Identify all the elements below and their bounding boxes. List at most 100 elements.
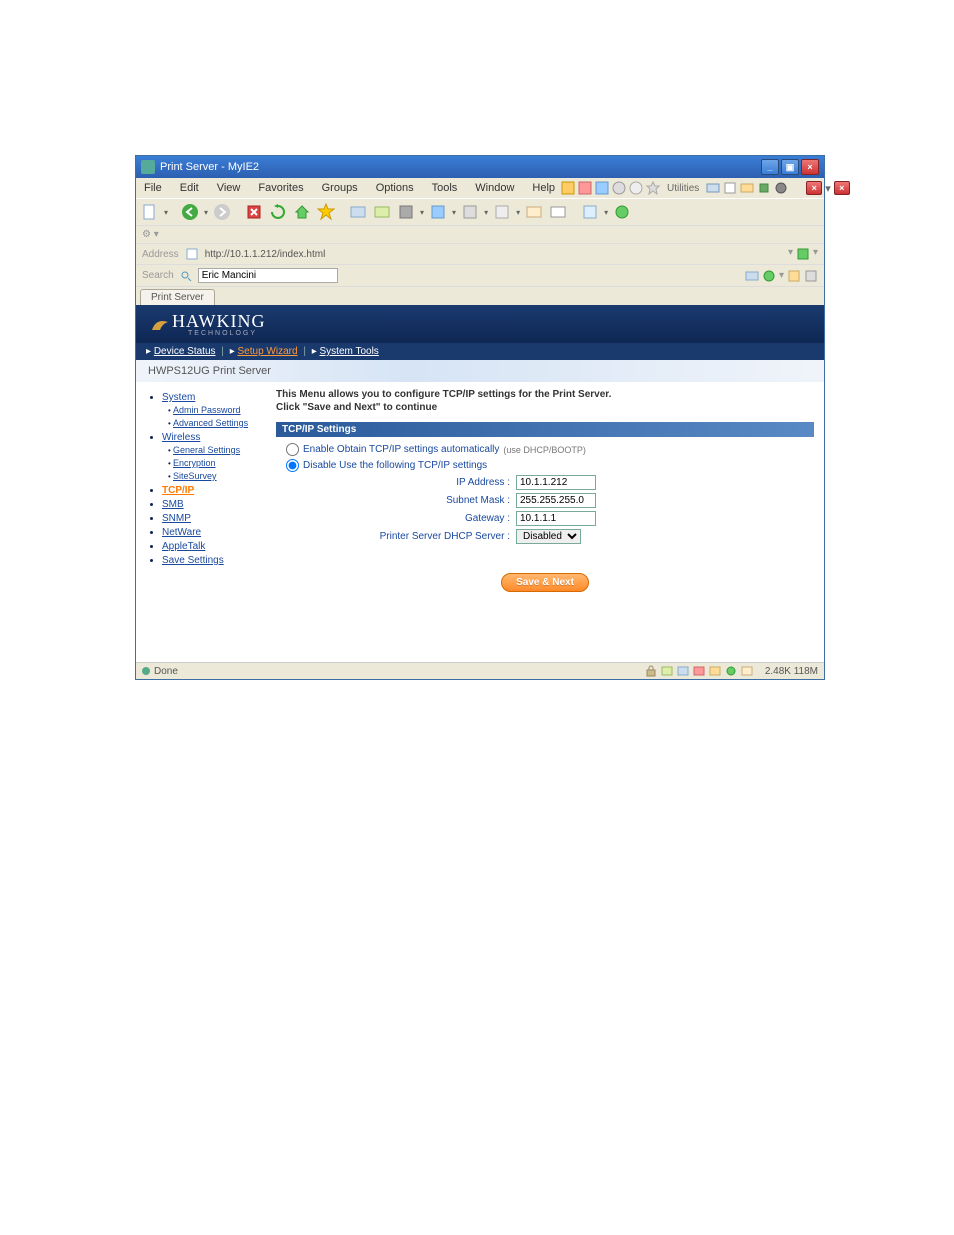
nav-device-status[interactable]: Device Status bbox=[154, 346, 216, 357]
sidebar-wireless[interactable]: Wireless bbox=[162, 432, 200, 443]
window-title: Print Server - MyIE2 bbox=[160, 161, 761, 173]
mr-icon-6[interactable] bbox=[706, 181, 720, 195]
menu-help[interactable]: Help bbox=[528, 180, 559, 196]
menu-options[interactable]: Options bbox=[372, 180, 418, 196]
gateway-input[interactable] bbox=[516, 511, 596, 526]
sb-icon-4[interactable] bbox=[804, 269, 818, 283]
stop-icon[interactable] bbox=[244, 202, 264, 222]
mr-icon-4[interactable] bbox=[612, 181, 626, 195]
back-icon[interactable] bbox=[180, 202, 200, 222]
address-icon bbox=[185, 247, 199, 261]
menu-window[interactable]: Window bbox=[471, 180, 518, 196]
radio-auto-hint: (use DHCP/BOOTP) bbox=[503, 445, 586, 455]
search-icon bbox=[180, 270, 192, 282]
panel-close-button-2[interactable]: × bbox=[834, 181, 850, 195]
dhcp-label: Printer Server DHCP Server : bbox=[286, 531, 516, 542]
sidebar-encryption[interactable]: Encryption bbox=[173, 458, 216, 468]
search-input[interactable] bbox=[198, 268, 338, 283]
tb-icon-h[interactable] bbox=[548, 202, 568, 222]
sidebar-admin-password[interactable]: Admin Password bbox=[173, 405, 241, 415]
mr-icon-7[interactable] bbox=[723, 181, 737, 195]
sb-ico-1 bbox=[661, 665, 673, 677]
page-tab[interactable]: Print Server bbox=[140, 289, 215, 305]
mask-input[interactable] bbox=[516, 493, 596, 508]
sidebar-system[interactable]: System bbox=[162, 392, 195, 403]
minimize-button[interactable]: _ bbox=[761, 159, 779, 175]
close-button[interactable]: × bbox=[801, 159, 819, 175]
mask-label: Subnet Mask : bbox=[286, 495, 516, 506]
save-next-button[interactable]: Save & Next bbox=[501, 573, 589, 592]
sidebar-appletalk[interactable]: AppleTalk bbox=[162, 541, 205, 552]
radio-auto[interactable] bbox=[286, 443, 299, 456]
radio-manual[interactable] bbox=[286, 459, 299, 472]
sb-icon-3[interactable] bbox=[787, 269, 801, 283]
menu-file[interactable]: File bbox=[140, 180, 166, 196]
status-stats: 2.48K 118M bbox=[765, 666, 818, 677]
address-bar: Address http://10.1.1.212/index.html ▾ ▾ bbox=[136, 243, 824, 264]
nav-system-tools[interactable]: System Tools bbox=[320, 346, 379, 357]
intro-text: This Menu allows you to configure TCP/IP… bbox=[276, 388, 814, 414]
refresh-icon[interactable] bbox=[268, 202, 288, 222]
settings-body: Enable Obtain TCP/IP settings automatica… bbox=[276, 437, 814, 553]
ip-input[interactable] bbox=[516, 475, 596, 490]
mr-icon-1[interactable] bbox=[561, 181, 575, 195]
sidebar-save-settings[interactable]: Save Settings bbox=[162, 555, 224, 566]
address-value[interactable]: http://10.1.1.212/index.html bbox=[205, 249, 782, 260]
gear-icon[interactable] bbox=[774, 181, 788, 195]
sidebar-netware[interactable]: NetWare bbox=[162, 527, 201, 538]
forward-icon[interactable] bbox=[212, 202, 232, 222]
tb-icon-a[interactable] bbox=[348, 202, 368, 222]
tb-icon-g[interactable] bbox=[524, 202, 544, 222]
tb-icon-c[interactable] bbox=[396, 202, 416, 222]
maximize-button[interactable]: ▣ bbox=[781, 159, 799, 175]
menu-tools[interactable]: Tools bbox=[428, 180, 462, 196]
sb-icon-1[interactable] bbox=[745, 269, 759, 283]
toolbar: ▾ ▾ ▾ ▾ ▾ ▾ ▾ bbox=[136, 198, 824, 225]
model-label: HWPS12UG Print Server bbox=[136, 360, 824, 382]
menu-edit[interactable]: Edit bbox=[176, 180, 203, 196]
menu-groups[interactable]: Groups bbox=[318, 180, 362, 196]
home-icon[interactable] bbox=[292, 202, 312, 222]
tb-icon-d[interactable] bbox=[428, 202, 448, 222]
tb-icon-i[interactable] bbox=[580, 202, 600, 222]
tb-icon-j[interactable] bbox=[612, 202, 632, 222]
sb-icon-2[interactable] bbox=[762, 269, 776, 283]
tb-icon-e[interactable] bbox=[460, 202, 480, 222]
radio-manual-label: Disable Use the following TCP/IP setting… bbox=[303, 460, 487, 471]
ip-label: IP Address : bbox=[286, 477, 516, 488]
top-nav: ▸ Device Status | ▸ Setup Wizard | ▸ Sys… bbox=[136, 343, 824, 360]
tb-icon-f[interactable] bbox=[492, 202, 512, 222]
sidebar-site-survey[interactable]: SiteSurvey bbox=[173, 471, 217, 481]
sidebar-tcpip[interactable]: TCP/IP bbox=[162, 485, 194, 496]
sidebar-advanced-settings[interactable]: Advanced Settings bbox=[173, 418, 248, 428]
sub-toolbar-icon[interactable]: ⚙ ▾ bbox=[142, 229, 159, 240]
sb-ico-2 bbox=[677, 665, 689, 677]
main-area: System Admin Password Advanced Settings … bbox=[136, 382, 824, 662]
mr-icon-2[interactable] bbox=[578, 181, 592, 195]
mr-icon-3[interactable] bbox=[595, 181, 609, 195]
logo-bar: HAWKING TECHNOLOGY bbox=[136, 305, 824, 343]
hawk-icon bbox=[148, 312, 172, 336]
panel-close-button[interactable]: × bbox=[806, 181, 822, 195]
mr-icon-8[interactable] bbox=[740, 181, 754, 195]
dhcp-select[interactable]: Disabled bbox=[516, 529, 581, 544]
sidebar-smb[interactable]: SMB bbox=[162, 499, 184, 510]
go-icon[interactable]: ▾ bbox=[788, 247, 793, 261]
new-icon[interactable] bbox=[140, 202, 160, 222]
titlebar: Print Server - MyIE2 _ ▣ × bbox=[136, 156, 824, 178]
status-dot-icon bbox=[142, 667, 150, 675]
star-icon[interactable] bbox=[646, 181, 660, 195]
favorites-icon[interactable] bbox=[316, 202, 336, 222]
mr-icon-9[interactable] bbox=[757, 181, 771, 195]
browser-window: Print Server - MyIE2 _ ▣ × File Edit Vie… bbox=[135, 155, 825, 680]
sidebar-general-settings[interactable]: General Settings bbox=[173, 445, 240, 455]
addr-icon-2[interactable] bbox=[796, 247, 810, 261]
utilities-label: Utilities bbox=[667, 183, 699, 194]
nav-setup-wizard[interactable]: Setup Wizard bbox=[238, 346, 298, 357]
tb-icon-b[interactable] bbox=[372, 202, 392, 222]
mr-icon-5[interactable] bbox=[629, 181, 643, 195]
menu-view[interactable]: View bbox=[213, 180, 245, 196]
sidebar-snmp[interactable]: SNMP bbox=[162, 513, 191, 524]
menu-favorites[interactable]: Favorites bbox=[254, 180, 307, 196]
sb-ico-3 bbox=[693, 665, 705, 677]
